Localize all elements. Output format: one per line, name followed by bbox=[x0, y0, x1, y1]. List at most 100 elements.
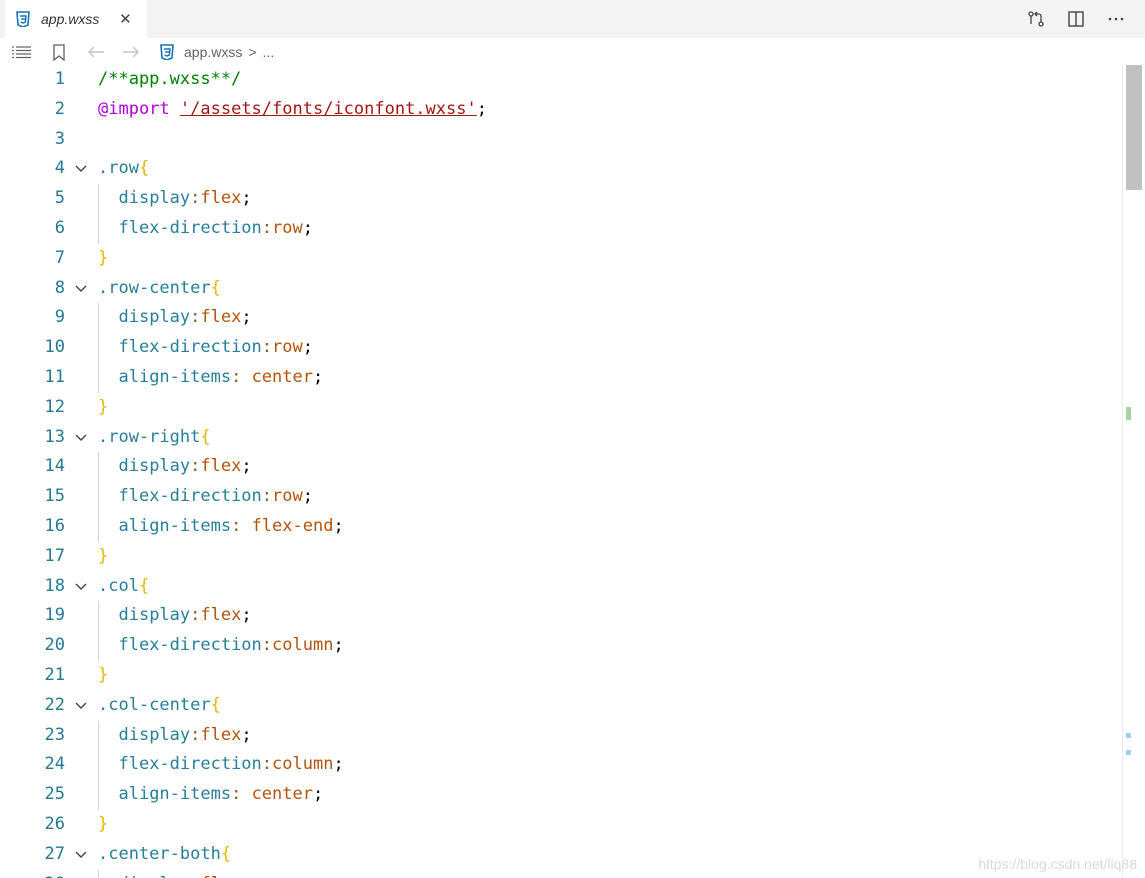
fold-chevron-icon[interactable] bbox=[74, 847, 88, 861]
fold-chevron-icon[interactable] bbox=[74, 698, 88, 712]
token-semi: ; bbox=[241, 724, 252, 745]
split-editor-icon[interactable] bbox=[1065, 8, 1087, 30]
code-line[interactable]: 10 flex-direction:row; bbox=[0, 333, 1122, 363]
more-actions-icon[interactable] bbox=[1105, 8, 1127, 30]
code-text: align-items: center; bbox=[98, 363, 323, 393]
code-text: flex-direction:row; bbox=[98, 482, 313, 512]
token-prop: display bbox=[118, 874, 190, 878]
code-line[interactable]: 23 display:flex; bbox=[0, 720, 1122, 751]
added-line-marker bbox=[1126, 407, 1131, 420]
breadcrumb-file[interactable]: app.wxss > ... bbox=[160, 43, 274, 61]
code-text: .row{ bbox=[98, 154, 149, 184]
code-text: display:flex; bbox=[98, 601, 251, 631]
code-text: } bbox=[98, 542, 108, 572]
watermark: https://blog.csdn.net/liq88 bbox=[978, 856, 1137, 872]
code-line[interactable]: 19 display:flex; bbox=[0, 601, 1122, 632]
fold-chevron-icon[interactable] bbox=[74, 579, 88, 593]
code-line[interactable]: 6 flex-direction:row; bbox=[0, 214, 1122, 244]
breadcrumb-symbols[interactable]: ... bbox=[263, 44, 275, 60]
token-prop: flex-direction bbox=[118, 754, 262, 775]
outline-icon[interactable] bbox=[12, 43, 32, 61]
code-line[interactable]: 28 display:flex; bbox=[0, 869, 1122, 878]
open-changes-icon[interactable] bbox=[1025, 8, 1047, 30]
breadcrumb: app.wxss > ... bbox=[0, 38, 1145, 65]
code-line[interactable]: 16 align-items: flex-end; bbox=[0, 512, 1122, 542]
fold-chevron-icon[interactable] bbox=[74, 430, 88, 444]
code-line[interactable]: 3 bbox=[0, 125, 1122, 155]
token-punc: : bbox=[190, 605, 201, 626]
line-number: 15 bbox=[44, 486, 65, 507]
back-arrow-icon[interactable] bbox=[87, 43, 105, 61]
token-selector: .col-center bbox=[98, 694, 211, 715]
code-line[interactable]: 1 /**app.wxss**/ bbox=[0, 65, 1122, 95]
code-text: /**app.wxss**/ bbox=[98, 65, 241, 95]
token-punc: : bbox=[231, 516, 252, 536]
token-semi: ; bbox=[302, 486, 313, 507]
code-line[interactable]: 13 .row-right{ bbox=[0, 423, 1122, 453]
line-number: 18 bbox=[44, 575, 65, 596]
token-prop: flex-direction bbox=[118, 486, 262, 507]
modified-line-marker bbox=[1126, 750, 1131, 755]
code-line[interactable]: 21} bbox=[0, 661, 1122, 691]
token-brace: { bbox=[138, 158, 150, 179]
token-semi: ; bbox=[312, 367, 324, 387]
code-line[interactable]: 12} bbox=[0, 393, 1122, 423]
code-line[interactable]: 2 @import '/assets/fonts/iconfont.wxss'; bbox=[0, 95, 1122, 125]
scrollbar-thumb[interactable] bbox=[1126, 65, 1142, 190]
code-text: } bbox=[98, 244, 108, 274]
line-number: 28 bbox=[0, 870, 65, 878]
vertical-scrollbar[interactable] bbox=[1122, 65, 1145, 878]
code-line[interactable]: 22 .col-center{ bbox=[0, 691, 1122, 721]
code-line[interactable]: 15 flex-direction:row; bbox=[0, 482, 1122, 512]
token-value: flex bbox=[200, 307, 242, 328]
code-line[interactable]: 11 align-items: center; bbox=[0, 363, 1122, 393]
token-brace: { bbox=[210, 694, 221, 715]
line-number: 3 bbox=[54, 128, 65, 149]
code-line[interactable]: 25 align-items: center; bbox=[0, 780, 1122, 810]
code-line[interactable]: 26} bbox=[0, 810, 1122, 840]
token-value: row bbox=[272, 486, 303, 507]
fold-chevron-icon[interactable] bbox=[74, 281, 88, 295]
line-number: 4 bbox=[54, 158, 65, 179]
close-icon[interactable]: ✕ bbox=[117, 10, 133, 28]
line-number: 23 bbox=[44, 724, 65, 745]
css-icon bbox=[15, 11, 31, 27]
code-editor[interactable]: 1 /**app.wxss**/ 2 @import '/assets/fonts/i… bbox=[0, 65, 1122, 878]
code-line[interactable]: 27 .center-both{ bbox=[0, 840, 1122, 870]
token-brace: } bbox=[98, 545, 109, 566]
code-text: } bbox=[98, 810, 108, 840]
token-prop: align-items bbox=[118, 367, 232, 387]
code-line[interactable]: 8 .row-center{ bbox=[0, 274, 1122, 304]
code-line[interactable]: 14 display:flex; bbox=[0, 452, 1122, 483]
token-value: center bbox=[251, 784, 313, 805]
token-value: row bbox=[272, 218, 303, 238]
code-line[interactable]: 7} bbox=[0, 244, 1122, 274]
bookmark-icon[interactable] bbox=[52, 43, 66, 61]
code-line[interactable]: 20 flex-direction:column; bbox=[0, 631, 1122, 661]
forward-arrow-icon[interactable] bbox=[122, 43, 140, 61]
code-text: flex-direction:column; bbox=[98, 631, 343, 661]
token-value: flex-end bbox=[251, 516, 334, 536]
token-punc: : bbox=[261, 486, 273, 507]
token-value: row bbox=[272, 337, 303, 358]
css-icon bbox=[160, 44, 174, 60]
code-text: flex-direction:row; bbox=[98, 214, 313, 244]
code-line[interactable]: 4 .row{ bbox=[0, 154, 1122, 184]
token-punc: : bbox=[190, 724, 201, 745]
tab-app-wxss[interactable]: app.wxss ✕ bbox=[5, 0, 147, 38]
token-value: flex bbox=[200, 605, 242, 626]
code-line[interactable]: 24 flex-direction:column; bbox=[0, 750, 1122, 781]
code-line[interactable]: 5 display:flex; bbox=[0, 184, 1122, 214]
line-number: 1 bbox=[54, 69, 65, 89]
code-line[interactable]: 9 display:flex; bbox=[0, 303, 1122, 334]
code-line[interactable]: 17} bbox=[0, 542, 1122, 572]
code-line[interactable]: 18 .col{ bbox=[0, 572, 1122, 602]
token-brace: } bbox=[98, 247, 109, 268]
fold-chevron-icon[interactable] bbox=[74, 161, 88, 175]
